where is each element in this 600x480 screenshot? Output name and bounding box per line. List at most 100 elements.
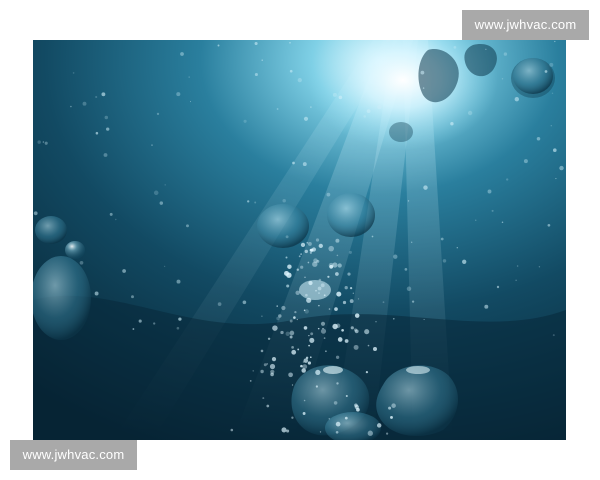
bubble [300,265,304,269]
bubble [366,109,371,113]
bubble [310,106,312,108]
bubble [453,46,457,49]
bubble [411,300,415,303]
bubble [254,72,258,77]
bubble [313,258,318,263]
bubble [309,337,315,343]
bubble [95,95,98,99]
bubble [271,357,277,362]
bubble [354,404,359,410]
bubble [42,141,45,143]
bubble [353,328,358,332]
bubble [263,363,267,367]
bubble [106,127,110,131]
bubble [305,293,308,297]
bubble [407,200,410,202]
bubble [82,101,87,106]
bubble [375,321,377,323]
bubble [254,41,258,46]
bubble [538,266,541,268]
bubble [357,298,360,300]
bubble [302,412,306,415]
bubble [261,315,263,318]
bubble [404,268,408,271]
bubble [335,430,339,434]
bubble [315,385,319,388]
bubble [281,305,286,311]
bubble [377,104,382,110]
bubble [122,269,126,273]
bubble [33,211,38,216]
bubble [450,122,454,126]
bubble [247,200,250,203]
bubble [79,260,84,265]
bubble [348,250,352,254]
bubble [420,70,425,75]
bubble [367,344,370,347]
bubble [335,421,341,427]
bubble [303,116,309,121]
bubble [553,148,557,152]
bubble [326,192,331,197]
bubble [296,268,300,271]
bubble [276,316,280,321]
bubble [325,350,327,353]
bubble [393,254,398,259]
bubble [515,279,517,281]
bubble [292,161,295,165]
bubble [320,283,325,288]
bubble [550,125,552,127]
bubble [291,349,297,355]
bubble [115,218,117,221]
bubble [350,326,354,330]
bubble [101,92,106,97]
bubble [37,140,41,144]
bubble [230,428,234,432]
bubble [487,189,492,194]
bubble [176,92,181,97]
bubble [308,334,310,337]
bubble [318,278,322,282]
bubble [422,87,425,89]
bubble [320,328,327,334]
bubble [44,141,48,145]
bubble [72,72,75,74]
bubble [287,264,292,269]
bubble [159,201,164,205]
bubble [352,292,354,294]
bubble [132,328,135,330]
bubble [176,279,181,284]
bubble [328,245,334,252]
bubble [349,299,354,304]
bubble [261,59,263,61]
bubble [554,40,556,43]
bubble [303,326,308,330]
bubble [289,335,293,339]
bubble [336,291,342,297]
bubble [269,363,276,370]
bubble [336,254,339,257]
bubble [151,144,153,146]
bubble [391,403,396,408]
underwater-photo [33,40,566,440]
bubble [217,44,220,47]
bubble [323,337,326,339]
bubble [318,243,323,249]
bubble [475,219,477,221]
bubble [544,70,548,73]
bubble [252,370,254,372]
bubble [280,330,284,335]
bubble [284,270,289,276]
bubble [347,272,351,276]
bubble [335,355,340,359]
bubble [188,76,190,78]
bubble [294,310,297,314]
bubble [388,40,391,42]
bubble [180,52,184,56]
bubble [341,328,344,332]
bubble [285,256,288,259]
bubble [178,317,182,321]
bubble [555,178,557,180]
bubble [262,397,265,400]
bubble [388,406,392,410]
